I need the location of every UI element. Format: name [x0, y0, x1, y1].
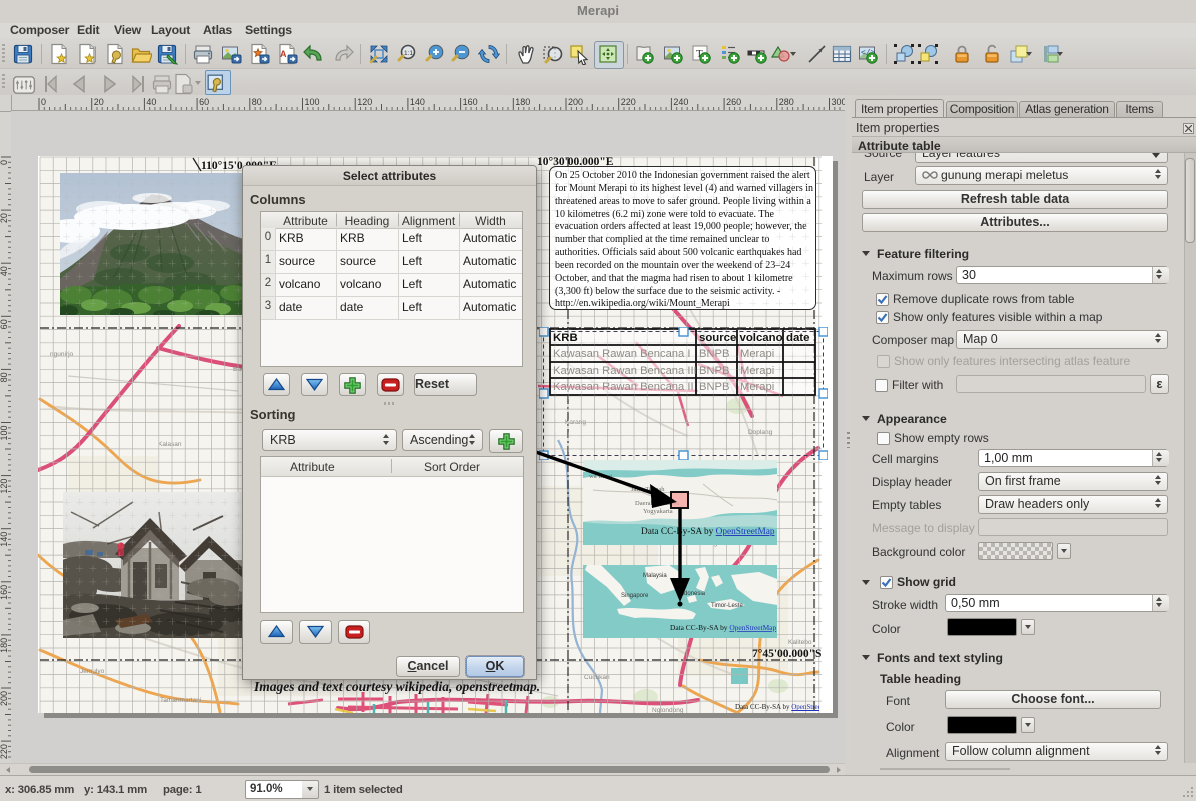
- svg-text:140: 140: [410, 97, 425, 107]
- svg-text:120: 120: [357, 97, 372, 107]
- svg-text:240: 240: [673, 97, 688, 107]
- svg-text:260: 260: [726, 97, 741, 107]
- svg-text:180: 180: [515, 97, 530, 107]
- svg-text:100: 100: [0, 426, 9, 441]
- svg-text:60: 60: [199, 97, 209, 107]
- svg-text:20: 20: [94, 97, 104, 107]
- svg-text:160: 160: [0, 585, 9, 600]
- svg-text:1:1: 1:1: [404, 50, 413, 57]
- svg-text:140: 140: [0, 532, 9, 547]
- svg-text:200: 200: [0, 691, 9, 706]
- svg-text:300: 300: [832, 97, 846, 107]
- svg-text:A: A: [280, 49, 287, 59]
- svg-text:220: 220: [621, 97, 636, 107]
- svg-text:220: 220: [0, 744, 9, 759]
- svg-text:80: 80: [252, 97, 262, 107]
- svg-text:40: 40: [146, 97, 156, 107]
- svg-text:160: 160: [463, 97, 478, 107]
- svg-text:80: 80: [0, 372, 9, 382]
- svg-text:0: 0: [0, 160, 9, 165]
- svg-text:Timor-Leste: Timor-Leste: [711, 603, 743, 609]
- svg-text:Data CC-By-SA by OpenStreetMap: Data CC-By-SA by OpenStreetMap: [670, 623, 776, 632]
- svg-text:60: 60: [0, 319, 9, 329]
- svg-text:120: 120: [0, 479, 9, 494]
- svg-text:200: 200: [568, 97, 583, 107]
- svg-text:0: 0: [41, 97, 46, 107]
- svg-text:40: 40: [0, 266, 9, 276]
- svg-text:100: 100: [305, 97, 320, 107]
- svg-text:280: 280: [779, 97, 794, 107]
- svg-text:20: 20: [0, 213, 9, 223]
- svg-text:180: 180: [0, 638, 9, 653]
